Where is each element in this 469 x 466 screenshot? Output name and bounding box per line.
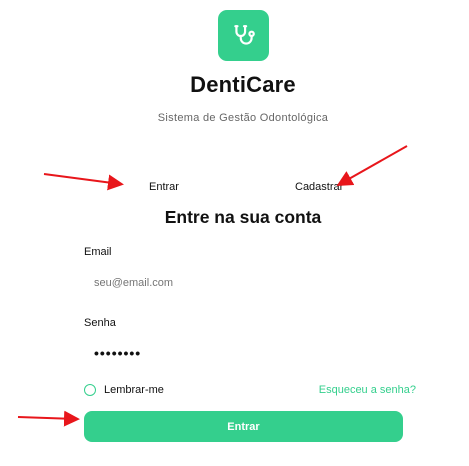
annotation-arrows <box>17 145 408 427</box>
app-logo <box>218 10 269 61</box>
password-input[interactable]: •••••••• <box>94 345 141 361</box>
app-subtitle: Sistema de Gestão Odontológica <box>157 112 329 124</box>
login-submit-button[interactable]: Entrar <box>84 411 403 442</box>
login-page: DentiCare Sistema de Gestão Odontológica… <box>0 0 469 466</box>
email-label: Email <box>84 246 112 258</box>
email-input[interactable] <box>84 272 402 294</box>
tab-login[interactable]: Entrar <box>149 181 179 193</box>
forgot-password-link[interactable]: Esqueceu a senha? <box>319 384 416 396</box>
arrow-to-submit-button <box>17 410 80 427</box>
remember-me-label[interactable]: Lembrar-me <box>104 384 164 396</box>
arrow-to-login-tab <box>43 173 124 191</box>
tab-register[interactable]: Cadastrar <box>295 181 343 193</box>
arrow-to-register-tab <box>336 145 408 186</box>
password-label: Senha <box>84 317 116 329</box>
remember-me-radio[interactable] <box>84 384 96 396</box>
app-title: DentiCare <box>190 72 296 97</box>
stethoscope-icon <box>233 24 255 45</box>
form-title: Entre na sua conta <box>164 207 322 227</box>
